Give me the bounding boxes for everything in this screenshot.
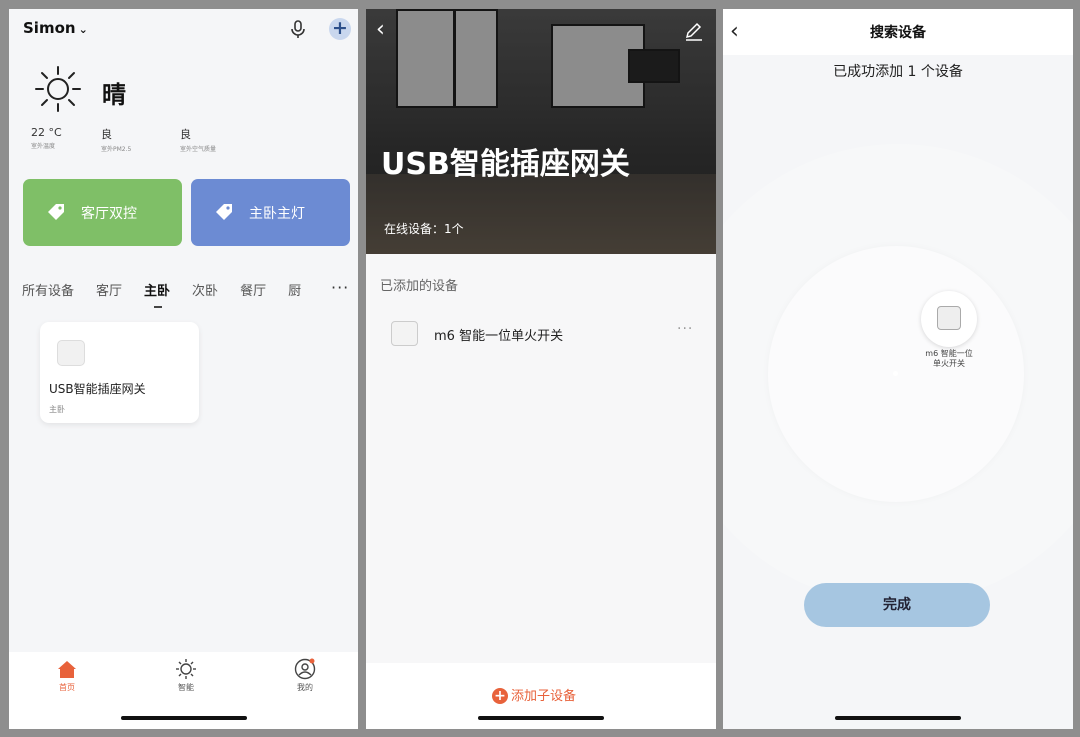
section-heading: 已添加的设备 xyxy=(380,279,459,294)
add-sub-device-label: 添加子设备 xyxy=(511,689,577,704)
user-name: Simon xyxy=(23,19,76,37)
chevron-down-icon: ⌄ xyxy=(78,23,88,36)
photo-overlay xyxy=(366,9,716,254)
weather-label: 晴 xyxy=(102,81,126,109)
tab-smart[interactable]: 智能 xyxy=(166,658,206,693)
tab-dining-room[interactable]: 餐厅 xyxy=(240,284,266,299)
more-options-icon[interactable]: ··· xyxy=(677,321,693,337)
device-card[interactable]: USB智能插座网关 主卧 xyxy=(40,322,199,423)
found-device-line1: m6 智能一位 xyxy=(925,349,973,358)
found-device-bubble[interactable] xyxy=(921,291,977,347)
tab-all-devices[interactable]: 所有设备 xyxy=(22,284,74,299)
scene-button-living-room[interactable]: 客厅双控 xyxy=(23,179,182,246)
tab-label: 我的 xyxy=(297,683,313,692)
search-screen: 搜索设备 ‹ 已成功添加 1 个设备 m6 智能一位 单火开关 完成 xyxy=(723,9,1073,729)
gateway-device-icon xyxy=(57,340,85,366)
radar-center-dot xyxy=(893,371,898,376)
switch-device-icon xyxy=(391,321,418,346)
room-photo-header xyxy=(366,9,716,254)
stat-caption: 室外空气质量 xyxy=(180,146,217,153)
microphone-icon[interactable] xyxy=(287,18,309,40)
tab-living-room[interactable]: 客厅 xyxy=(96,284,122,299)
tab-profile[interactable]: 我的 xyxy=(285,658,325,693)
device-name: USB智能插座网关 xyxy=(49,382,146,396)
device-room: 主卧 xyxy=(49,405,65,414)
done-button[interactable]: 完成 xyxy=(804,583,990,627)
edit-icon[interactable] xyxy=(684,21,704,41)
page-title: 搜索设备 xyxy=(870,25,926,41)
add-sub-device-button[interactable]: + 添加子设备 xyxy=(492,685,576,704)
tab-label: 智能 xyxy=(178,683,194,692)
profile-icon xyxy=(294,658,316,680)
found-device-label: m6 智能一位 单火开关 xyxy=(917,349,981,369)
scene-label: 主卧主灯 xyxy=(249,206,305,222)
add-button[interactable]: + xyxy=(329,18,351,40)
more-rooms-icon[interactable]: ··· xyxy=(331,278,349,297)
room-tabs: 所有设备 客厅 主卧 次卧 餐厅 厨 xyxy=(22,280,323,299)
back-icon[interactable]: ‹ xyxy=(730,19,739,44)
switch-device-icon xyxy=(937,306,961,330)
tag-icon xyxy=(216,204,232,220)
stat-air-quality: 良 室外空气质量 xyxy=(180,126,216,153)
stat-temperature: 22 °C 室外温度 xyxy=(31,126,62,150)
tab-kitchen[interactable]: 厨 xyxy=(288,284,301,299)
gateway-screen: ‹ USB智能插座网关 在线设备：1个 已添加的设备 m6 智能一位单火开关 ·… xyxy=(366,9,716,729)
online-count: 在线设备：1个 xyxy=(384,222,464,236)
scene-label: 客厅双控 xyxy=(81,206,137,222)
tab-second-bedroom[interactable]: 次卧 xyxy=(192,284,218,299)
stat-value: 22 °C xyxy=(31,126,62,139)
stat-value: 良 xyxy=(180,128,191,141)
sun-icon xyxy=(176,659,196,679)
home-screen: Simon ⌄ + 晴 22 °C 室外温度 良 室外PM2.5 良 室外空气质量… xyxy=(9,9,358,729)
home-indicator xyxy=(835,716,961,720)
device-name[interactable]: m6 智能一位单火开关 xyxy=(434,325,563,344)
tab-home[interactable]: 首页 xyxy=(47,658,87,693)
stat-caption: 室外温度 xyxy=(31,143,56,150)
tab-label: 首页 xyxy=(59,683,75,692)
stat-pm25: 良 室外PM2.5 xyxy=(101,126,131,153)
scene-button-master-bedroom[interactable]: 主卧主灯 xyxy=(191,179,350,246)
user-switcher[interactable]: Simon ⌄ xyxy=(23,19,88,37)
sun-icon xyxy=(35,66,81,112)
success-message: 已成功添加 1 个设备 xyxy=(833,64,963,80)
back-icon[interactable]: ‹ xyxy=(376,17,385,42)
gateway-title: USB智能插座网关 xyxy=(381,147,630,182)
stat-caption: 室外PM2.5 xyxy=(101,146,132,153)
home-indicator xyxy=(478,716,604,720)
plus-icon: + xyxy=(492,688,508,704)
found-device-line2: 单火开关 xyxy=(933,359,965,368)
home-indicator xyxy=(120,716,247,720)
tab-master-bedroom[interactable]: 主卧 xyxy=(144,284,170,299)
stat-value: 良 xyxy=(101,128,112,141)
home-icon xyxy=(58,661,76,678)
tag-icon xyxy=(48,204,64,220)
